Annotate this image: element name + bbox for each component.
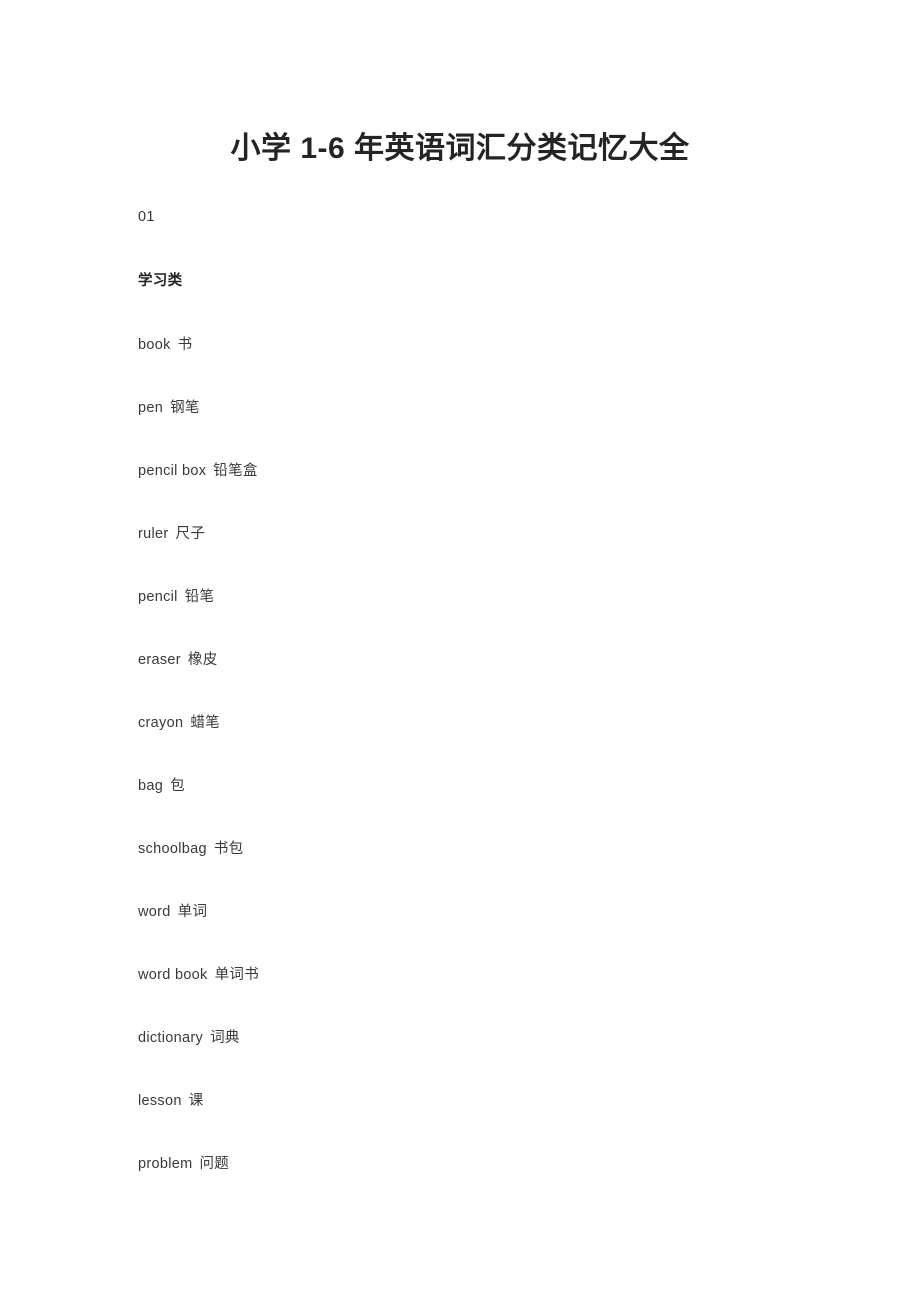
section-heading: 学习类 — [138, 273, 183, 289]
word-english: word book — [138, 967, 208, 983]
list-item: schoolbag 书包 — [138, 838, 838, 860]
section-number: 01 — [138, 209, 155, 225]
word-english: eraser — [138, 652, 181, 668]
list-item: pen 钢笔 — [138, 397, 838, 419]
list-item: book 书 — [138, 334, 838, 356]
word-chinese: 尺子 — [175, 526, 206, 542]
word-english: word — [138, 904, 171, 920]
word-english: bag — [138, 778, 164, 794]
word-chinese: 包 — [170, 778, 185, 794]
word-chinese: 单词 — [177, 904, 208, 920]
list-item: problem 问题 — [138, 1153, 838, 1175]
word-chinese: 单词书 — [214, 967, 260, 983]
document-body: 01 学习类 book 书 pen 钢笔 pencil box 铅笔盒 ruler 尺子… — [138, 206, 838, 1175]
word-chinese: 铅笔 — [184, 589, 215, 605]
word-english: problem — [138, 1156, 193, 1172]
word-chinese: 词典 — [210, 1030, 240, 1046]
vocabulary-list: book 书 pen 钢笔 pencil box 铅笔盒 ruler 尺子 pencil… — [138, 334, 838, 1175]
word-chinese: 橡皮 — [187, 652, 218, 668]
word-english: schoolbag — [138, 841, 207, 857]
word-english: pencil — [138, 589, 178, 605]
word-chinese: 书 — [177, 337, 193, 353]
list-item: pencil 铅笔 — [138, 586, 838, 608]
list-item: ruler 尺子 — [138, 523, 838, 545]
list-item: lesson 课 — [138, 1090, 838, 1112]
word-chinese: 课 — [188, 1093, 204, 1109]
word-english: lesson — [138, 1093, 182, 1109]
list-item: word book 单词书 — [138, 964, 838, 986]
word-english: pen — [138, 400, 164, 416]
word-chinese: 蜡笔 — [190, 715, 220, 731]
word-english: dictionary — [138, 1030, 204, 1046]
word-chinese: 钢笔 — [170, 400, 200, 416]
word-chinese: 书包 — [213, 841, 244, 857]
list-item: eraser 橡皮 — [138, 649, 838, 671]
list-item: bag 包 — [138, 775, 838, 797]
word-chinese: 问题 — [199, 1156, 230, 1172]
word-chinese: 铅笔盒 — [213, 463, 258, 479]
page-title: 小学 1-6 年英语词汇分类记忆大全 — [230, 132, 690, 165]
word-english: book — [138, 337, 171, 353]
word-english: crayon — [138, 715, 184, 731]
list-item: dictionary 词典 — [138, 1027, 838, 1049]
word-english: pencil box — [138, 463, 207, 479]
document-page: 小学 1-6 年英语词汇分类记忆大全 01 学习类 book 书 pen 钢笔 pe… — [0, 0, 920, 1302]
list-item: crayon 蜡笔 — [138, 712, 838, 734]
section-study: 01 学习类 book 书 pen 钢笔 pencil box 铅笔盒 ruler 尺子… — [138, 206, 838, 1175]
word-english: ruler — [138, 526, 169, 542]
list-item: word 单词 — [138, 901, 838, 923]
list-item: pencil box 铅笔盒 — [138, 460, 838, 482]
